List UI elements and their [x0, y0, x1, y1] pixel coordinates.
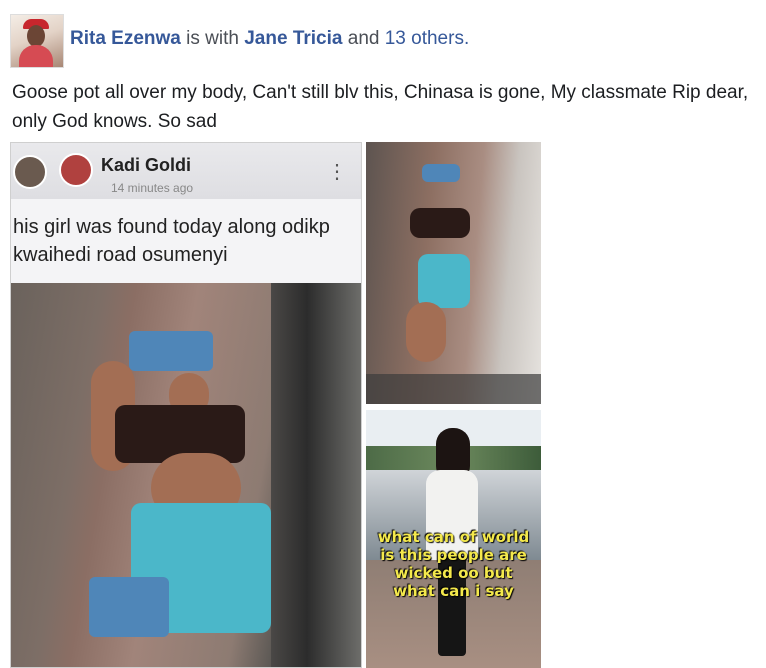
- screenshot-profile-icon: [59, 153, 93, 187]
- screenshot-caption: his girl was found today along odikp kwa…: [13, 216, 330, 266]
- photo2-cloth: [422, 164, 460, 182]
- author-avatar[interactable]: [10, 14, 64, 68]
- screenshot-avatar-icon: [13, 155, 47, 189]
- photo2-figure-wrap: [418, 254, 470, 308]
- photo-wall: [271, 283, 361, 667]
- screenshot-username: Kadi Goldi: [101, 155, 191, 175]
- post-photo-3[interactable]: what can of world is this people are wic…: [366, 410, 541, 668]
- post-photo-2[interactable]: [366, 142, 541, 404]
- others-link[interactable]: 13 others.: [385, 28, 470, 49]
- post-headline: Rita Ezenwa is with Jane Tricia and 13 o…: [70, 28, 469, 50]
- with-text: is with: [186, 28, 239, 49]
- post-photo-1[interactable]: Kadi Goldi 14 minutes ago ⋮ his girl was…: [10, 142, 362, 668]
- photo2-caption-strip: [366, 374, 541, 404]
- photo-cloth-2: [89, 577, 169, 637]
- avatar-body: [19, 45, 53, 67]
- post-header: Rita Ezenwa is with Jane Tricia and 13 o…: [10, 14, 750, 68]
- screenshot-bar: Kadi Goldi 14 minutes ago ⋮: [11, 143, 361, 199]
- more-options-icon: ⋮: [327, 161, 347, 183]
- screenshot-header: Kadi Goldi 14 minutes ago ⋮ his girl was…: [11, 143, 361, 283]
- avatar-face: [27, 25, 45, 47]
- photo2-figure-legs: [406, 302, 446, 362]
- photo2-figure-top: [410, 208, 470, 238]
- photo3-overlay-text: what can of world is this people are wic…: [377, 528, 530, 600]
- post-body-text: Goose pot all over my body, Can't still …: [12, 82, 749, 132]
- and-text: and: [347, 28, 380, 49]
- screenshot-time: 14 minutes ago: [111, 181, 194, 195]
- photo-cloth: [129, 331, 213, 371]
- tagged-user-link[interactable]: Jane Tricia: [244, 28, 342, 49]
- author-name-link[interactable]: Rita Ezenwa: [70, 28, 181, 49]
